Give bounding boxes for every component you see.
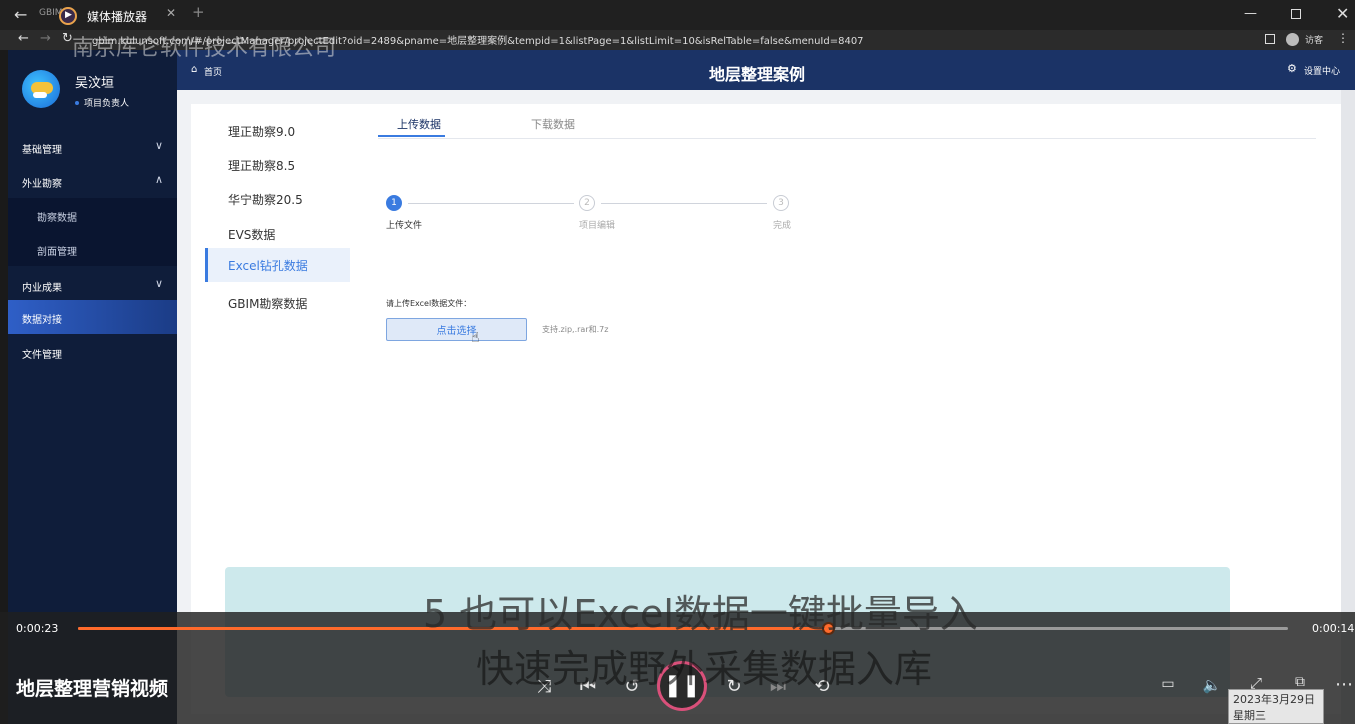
chevron-down-icon: ∨ [154,139,163,152]
sidebar-item-file-management[interactable]: 文件管理 [8,335,177,369]
sidebar-item-basic-management[interactable]: 基础管理 ∨ [8,130,177,164]
step-connector [601,203,767,204]
leftnav-item[interactable]: 华宁勘察20.5 [205,182,350,216]
page-title: 地层整理案例 [709,65,806,84]
gear-icon: ⚙ [1287,62,1297,75]
close-icon[interactable]: ✕ [1336,4,1349,23]
step-connector [408,203,574,204]
logo-icon [22,70,60,108]
leftnav-item-label: 理正勘察9.0 [228,125,296,139]
sidebar-item-label: 外业勘察 [22,179,62,190]
leftnav-item[interactable]: GBIM勘察数据 [205,286,350,320]
browser-back-icon[interactable]: ← [18,31,29,46]
step-3-label: 完成 [773,221,792,231]
active-tab-indicator [378,135,445,137]
time-current: 0:00:23 [16,622,59,635]
breadcrumb-home[interactable]: 首页 [204,65,222,78]
sidebar-toggle-icon[interactable] [1265,34,1275,44]
miniplayer-icon[interactable]: ⧉ [1286,674,1314,690]
tab-close-icon[interactable]: ✕ [166,6,176,20]
minimize-icon[interactable]: — [1244,6,1257,21]
leftnav-item-label: EVS数据 [228,228,276,242]
sidebar-item-label: 勘察数据 [37,213,77,224]
app-title: 媒体播放器 [87,10,148,24]
home-icon: ⌂ [191,64,198,75]
restore-icon[interactable] [1291,9,1301,19]
upload-prompt: 请上传Excel数据文件： [386,299,472,308]
profile-label[interactable]: 访客 [1305,33,1323,46]
video-title: 地层整理营销视频 [16,678,169,700]
settings-center-link[interactable]: 设置中心 [1304,64,1340,77]
leftnav-item-active[interactable]: Excel钻孔数据 [205,248,350,282]
more-options-icon[interactable]: ⋯ [1330,674,1355,695]
step-number: 1 [391,198,397,208]
sidebar-item-label: 内业成果 [22,283,62,294]
step-2-label: 项目编辑 [579,221,616,231]
leftnav-item-label: Excel钻孔数据 [228,259,308,273]
sidebar-item-survey-data[interactable]: 勘察数据 [8,198,177,232]
chevron-up-icon: ∧ [154,173,163,186]
company-watermark: 南京库仑软件技术有限公司 [72,36,337,61]
user-role: 项目负责人 [84,99,130,109]
weekday-text: 星期三 [1233,709,1266,722]
play-glyph-icon: ▶ [65,10,72,20]
step-number: 2 [584,198,590,208]
step-2-circle: 2 [579,195,595,211]
back-arrow-icon[interactable]: ← [14,5,27,24]
app-header: ⌂ 首页 地层整理案例 ⚙ 设置中心 [177,50,1355,90]
leftnav-item-label: GBIM勘察数据 [228,297,308,311]
leftnav-item-label: 华宁勘察20.5 [228,193,303,207]
sidebar-item-label: 数据对接 [22,315,62,326]
leftnav-item[interactable]: EVS数据 [205,217,350,251]
subtitle-line-1: 5 也可以Excel数据一键批量导入 [423,592,978,636]
player-title-bar: ← GBIM ▶ 媒体播放器 ✕ + — ✕ [0,0,1355,32]
browser-forward-icon[interactable]: → [40,31,51,46]
tab-download-data[interactable]: 下载数据 [531,116,575,132]
new-tab-icon[interactable]: + [192,3,205,21]
step-3-circle: 3 [773,195,789,211]
volume-icon[interactable]: 🔈 [1198,676,1226,694]
date-tooltip: 2023年3月29日 星期三 [1228,689,1324,724]
date-text: 2023年3月29日 [1233,693,1315,706]
leftnav-item[interactable]: 理正勘察8.5 [205,148,350,182]
tab-bar-divider [378,138,1316,139]
subtitle-line-2: 快速完成野外采集数据入库 [476,647,933,691]
leftnav-item[interactable]: 理正勘察9.0 [205,114,350,148]
sidebar-item-label: 文件管理 [22,350,62,361]
role-dot-icon [75,101,79,105]
sidebar-item-section-management[interactable]: 剖面管理 [8,232,177,266]
user-name: 吴汶垣 [75,76,115,91]
captions-icon[interactable]: ▭ [1154,676,1182,692]
time-remaining: 0:00:14 [1312,622,1355,635]
step-1-circle: 1 [386,195,402,211]
sidebar-item-field-survey[interactable]: 外业勘察 ∧ [8,164,177,198]
tab-upload-data[interactable]: 上传数据 [397,116,441,132]
screen: ← GBIM ▶ 媒体播放器 ✕ + — ✕ ← → ↻ gbim.kuluns… [0,0,1355,724]
sidebar-item-data-integration[interactable]: 数据对接 [8,300,177,334]
step-1-label: 上传文件 [386,221,423,231]
step-number: 3 [778,198,784,208]
sidebar-item-label: 基础管理 [22,145,62,156]
upload-hint: 支持.zip,.rar和.7z [542,325,609,334]
sidebar-item-office-results[interactable]: 内业成果 ∨ [8,268,177,302]
select-file-button[interactable]: 点击选择 [386,318,527,341]
sidebar-item-label: 剖面管理 [37,247,77,258]
profile-avatar-icon[interactable] [1286,33,1299,46]
browser-menu-icon[interactable]: ⋮ [1337,31,1349,45]
leftnav-item-label: 理正勘察8.5 [228,159,296,173]
chevron-down-icon: ∨ [154,277,163,290]
hand-cursor-icon: ☝ [471,330,480,346]
